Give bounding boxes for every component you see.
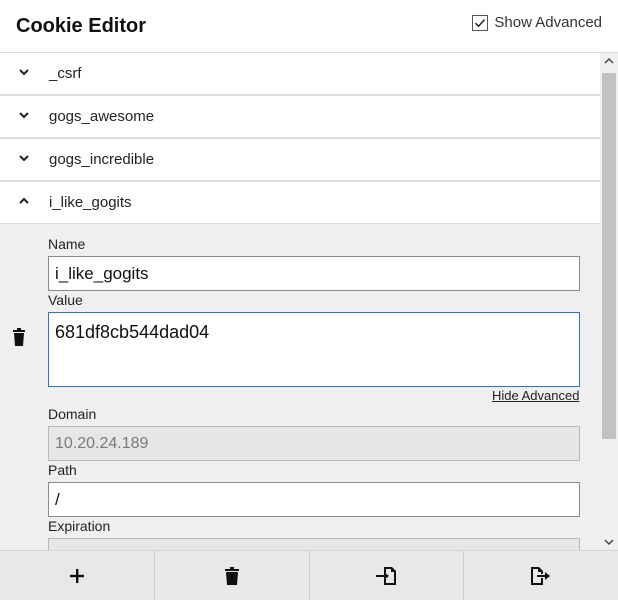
cookie-name: i_like_gogits bbox=[49, 194, 132, 211]
scrollbar[interactable] bbox=[600, 53, 618, 550]
cookie-list: _csrf gogs_awesome gogs_incredible i_lik… bbox=[0, 53, 600, 550]
scrollbar-thumb[interactable] bbox=[602, 73, 616, 439]
cookie-row-gogs-awesome[interactable]: gogs_awesome bbox=[0, 96, 600, 139]
import-button[interactable] bbox=[310, 551, 465, 600]
add-cookie-button[interactable] bbox=[0, 551, 155, 600]
domain-label: Domain bbox=[48, 406, 97, 422]
value-label: Value bbox=[48, 292, 83, 308]
page-title: Cookie Editor bbox=[16, 15, 147, 37]
footer-toolbar bbox=[0, 550, 618, 600]
chevron-down-icon bbox=[19, 69, 29, 76]
trash-icon bbox=[224, 566, 239, 585]
domain-field: 10.20.24.189 bbox=[48, 426, 580, 461]
cookie-name: gogs_incredible bbox=[49, 151, 155, 168]
scroll-down-icon[interactable] bbox=[604, 538, 614, 546]
name-field[interactable]: i_like_gogits bbox=[48, 256, 580, 291]
path-label: Path bbox=[48, 462, 77, 478]
cookie-details-panel: Name i_like_gogits Value 681df8cb544dad0… bbox=[0, 224, 600, 550]
path-field[interactable]: / bbox=[48, 482, 580, 517]
chevron-up-icon bbox=[19, 197, 29, 204]
chevron-down-icon bbox=[19, 112, 29, 119]
show-advanced-label: Show Advanced bbox=[494, 14, 602, 31]
cookie-name: gogs_awesome bbox=[49, 108, 155, 125]
expiration-label: Expiration bbox=[48, 518, 111, 534]
name-label: Name bbox=[48, 236, 86, 252]
expiration-field[interactable] bbox=[48, 538, 580, 550]
delete-cookie-icon[interactable] bbox=[12, 328, 26, 346]
scroll-up-icon[interactable] bbox=[604, 57, 614, 65]
value-field[interactable]: 681df8cb544dad04 bbox=[48, 312, 580, 387]
cookie-row-gogs-incredible[interactable]: gogs_incredible bbox=[0, 139, 600, 182]
import-icon bbox=[376, 566, 397, 585]
show-advanced-checkbox[interactable] bbox=[472, 14, 489, 31]
header: Cookie Editor Show Advanced bbox=[0, 0, 618, 53]
cookie-row-csrf[interactable]: _csrf bbox=[0, 53, 600, 96]
cookie-name: _csrf bbox=[49, 65, 82, 82]
export-icon bbox=[531, 566, 551, 585]
chevron-down-icon bbox=[19, 155, 29, 162]
export-button[interactable] bbox=[464, 551, 618, 600]
show-advanced-toggle[interactable]: Show Advanced bbox=[472, 14, 602, 31]
delete-all-button[interactable] bbox=[155, 551, 310, 600]
hide-advanced-link[interactable]: Hide Advanced bbox=[492, 388, 579, 403]
plus-icon bbox=[69, 568, 84, 583]
cookie-row-i-like-gogits[interactable]: i_like_gogits bbox=[0, 182, 600, 224]
check-icon bbox=[475, 18, 486, 27]
